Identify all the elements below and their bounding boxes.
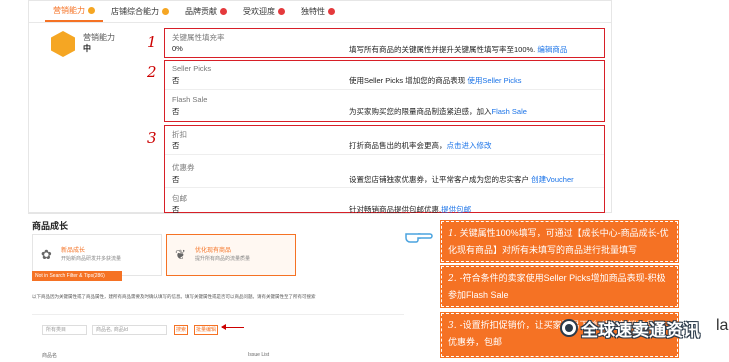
filter-tag[interactable]: Not in Search Filter & Tips(286) xyxy=(32,271,122,281)
row-label: Seller Picks xyxy=(172,64,212,73)
callout-1: 1. 关键属性100%填写，可通过【成长中心-商品成长-优化现有商品】对所有未填写… xyxy=(440,220,679,263)
card-subtitle: 开始新商品研发并多获流量 xyxy=(61,256,122,262)
flash-sale-link[interactable]: Flash Sale xyxy=(492,107,527,116)
tab-popularity[interactable]: 受欢迎度 xyxy=(235,0,293,22)
tab-label: 独特性 xyxy=(301,6,325,16)
status-dot-icon xyxy=(88,6,95,14)
row-description: 设置您店铺独家优惠券，让平常客户成为您的忠实客户 创建Voucher xyxy=(349,174,574,185)
search-button[interactable]: 搜索 xyxy=(174,325,188,335)
row-label: 关键属性填充率 xyxy=(172,33,225,42)
product-growth-panel: 商品成长 ✿ 新品成长 开始新商品研发并多获流量 ❦ 优化现有商品 提升所有商品… xyxy=(28,213,410,362)
tab-uniqueness[interactable]: 独特性 xyxy=(293,0,343,22)
tab-brand-contribution[interactable]: 品牌贡献 xyxy=(177,0,235,22)
section-title: 商品成长 xyxy=(32,221,69,231)
tab-label: 营销能力 xyxy=(53,5,85,15)
create-voucher-link[interactable]: 创建Voucher xyxy=(531,175,574,184)
bee-icon: ✿ xyxy=(41,247,52,262)
status-dot-icon xyxy=(278,7,285,15)
use-seller-picks-link[interactable]: 使用Seller Picks xyxy=(467,76,521,85)
tab-label: 店铺综合能力 xyxy=(111,6,159,16)
row-divider xyxy=(165,187,604,188)
tab-label: 受欢迎度 xyxy=(243,6,275,16)
row-label: 折扣 xyxy=(172,130,187,139)
row-desc-text: 使用Seller Picks 增加您的商品表现 xyxy=(349,76,466,85)
annotation-number: 3 xyxy=(147,129,157,147)
highlight-box-2: Seller Picks 否 使用Seller Picks 增加您的商品表现 使… xyxy=(164,60,605,122)
status-dot-icon xyxy=(220,7,227,15)
card-title: 优化现有商品 xyxy=(195,248,232,254)
row-desc-text: 为买家购买您的限量商品制造紧迫感，加入 xyxy=(349,107,492,116)
highlight-box-1: 关键属性填充率 0% 填写所有商品的关键属性并提升关键属性填写率至100%. 编… xyxy=(164,28,605,58)
row-value: 否 xyxy=(172,141,180,150)
highlight-box-3: 折扣 否 打折商品售出的机率会更高，点击进入修改 优惠券 否 设置您店铺独家优惠… xyxy=(164,125,605,214)
row-divider xyxy=(165,89,604,90)
row-value: 0% xyxy=(172,44,183,53)
row-desc-text: 填写所有商品的关键属性并提升关键属性填写率至100%. xyxy=(349,45,536,54)
row-description: 使用Seller Picks 增加您的商品表现 使用Seller Picks xyxy=(349,75,522,86)
search-input[interactable]: 商品名, 商品Id xyxy=(92,325,167,335)
annotation-number: 2 xyxy=(147,63,157,81)
capability-panel: 营销能力 店铺综合能力 品牌贡献 受欢迎度 独特性 营销能力 中 1 关键属性填… xyxy=(28,0,612,214)
discount-edit-link[interactable]: 点击进入修改 xyxy=(447,141,492,150)
tab-bar: 营销能力 店铺综合能力 品牌贡献 受欢迎度 独特性 xyxy=(29,1,611,23)
card-new-product-growth[interactable]: ✿ 新品成长 开始新商品研发并多获流量 xyxy=(32,234,162,276)
callout-text: 关键属性100%填写，可通过【成长中心-商品成长-优化现有商品】对所有未填写的商… xyxy=(448,228,669,255)
capability-level: 中 xyxy=(83,44,91,53)
wechat-logo-icon xyxy=(560,319,578,337)
row-value: 否 xyxy=(172,107,180,116)
status-dot-icon xyxy=(162,7,169,15)
arrow-left-icon xyxy=(221,324,244,330)
callout-number: 3. xyxy=(448,321,457,331)
row-divider xyxy=(165,154,604,155)
pointing-hand-icon xyxy=(405,233,433,243)
status-dot-icon xyxy=(328,7,335,15)
callout-2: 2. -符合条件的卖家使用Seller Picks增加商品表现-积极参加Flash… xyxy=(440,265,679,308)
capability-hex-icon xyxy=(51,31,75,57)
card-title: 新品成长 xyxy=(61,248,86,254)
row-label: Flash Sale xyxy=(172,95,208,104)
callout-text: -符合条件的卖家使用Seller Picks增加商品表现-积极参加Flash S… xyxy=(448,273,666,300)
card-optimize-existing[interactable]: ❦ 优化现有商品 提升所有商品的流量质量 xyxy=(166,234,296,276)
tab-label: 品牌贡献 xyxy=(185,6,217,16)
annotation-number: 1 xyxy=(147,33,157,51)
watermark: 全球速卖通资讯 xyxy=(560,316,725,340)
edit-product-link[interactable]: 编辑商品 xyxy=(537,45,567,54)
row-description: 为买家购买您的限量商品制造紧迫感，加入Flash Sale xyxy=(349,106,527,117)
tab-store-overall[interactable]: 店铺综合能力 xyxy=(103,0,177,22)
column-header-product: 商品名 xyxy=(42,353,58,359)
tab-marketing[interactable]: 营销能力 xyxy=(45,0,103,22)
free-shipping-link[interactable]: 提供包邮 xyxy=(441,205,471,214)
callout-number: 2. xyxy=(448,274,457,284)
plant-icon: ❦ xyxy=(175,247,186,262)
column-header-issues: Issue List xyxy=(248,352,270,358)
edge-text: la xyxy=(716,317,729,334)
filter-bar: 所有类目 商品名, 商品Id 搜索 批量编辑 xyxy=(32,314,404,342)
watermark-text: 全球速卖通资讯 xyxy=(581,320,700,340)
canvas: 营销能力 店铺综合能力 品牌贡献 受欢迎度 独特性 营销能力 中 1 关键属性填… xyxy=(0,0,729,362)
row-label: 优惠券 xyxy=(172,163,195,172)
row-desc-text: 设置您店铺独家优惠券，让平常客户成为您的忠实客户 xyxy=(349,175,529,184)
row-description: 打折商品售出的机率会更高，点击进入修改 xyxy=(349,140,492,151)
row-description: 填写所有商品的关键属性并提升关键属性填写率至100%. 编辑商品 xyxy=(349,44,567,55)
batch-edit-button[interactable]: 批量编辑 xyxy=(194,325,218,335)
callout-number: 1. xyxy=(448,229,457,239)
section-description: 以下商品因为关键属性或了商品属性，建所有商品需要及时确认填写的信息。填写关键属性… xyxy=(32,294,316,299)
row-value: 否 xyxy=(172,76,180,85)
capability-title: 营销能力 xyxy=(83,33,115,42)
row-label: 包邮 xyxy=(172,194,187,203)
card-subtitle: 提升所有商品的流量质量 xyxy=(195,256,251,262)
row-desc-text: 打折商品售出的机率会更高， xyxy=(349,141,447,150)
category-select[interactable]: 所有类目 xyxy=(42,325,87,335)
row-value: 否 xyxy=(172,175,180,184)
